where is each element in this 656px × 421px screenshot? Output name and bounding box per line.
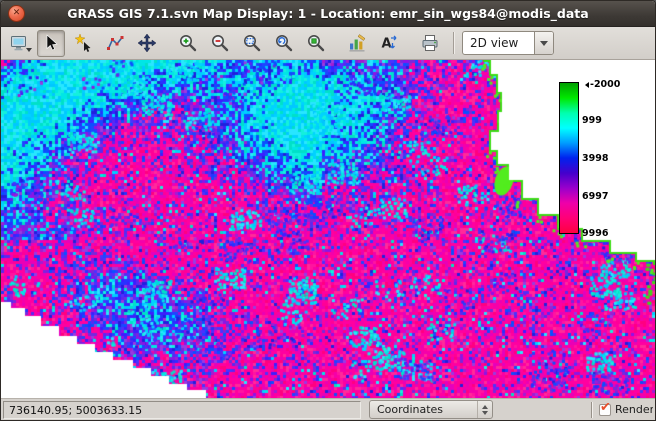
zoom-in-button[interactable]	[174, 30, 202, 57]
legend-label: 6997	[582, 192, 608, 202]
zoom-region-icon	[242, 33, 262, 53]
map-display-window: ✕ GRASS GIS 7.1.svn Map Display: 1 - Loc…	[0, 0, 656, 421]
titlebar[interactable]: ✕ GRASS GIS 7.1.svn Map Display: 1 - Loc…	[1, 1, 655, 27]
pan-icon	[137, 33, 157, 53]
statusbar: 736140.95; 5003633.15 Coordinates ✔ Rend…	[1, 398, 655, 420]
analyze-icon	[347, 33, 367, 53]
coordinates-display: 736140.95; 5003633.15	[3, 401, 361, 419]
zoom-in-icon	[178, 33, 198, 53]
digitize-icon	[105, 33, 125, 53]
legend-label: 999	[582, 116, 602, 126]
pointer-icon	[41, 33, 61, 53]
add-overlay-icon: A	[379, 33, 399, 53]
legend-label: 3998	[582, 154, 608, 164]
zoom-out-icon	[210, 33, 230, 53]
pan-button[interactable]	[133, 30, 161, 57]
view-mode-select[interactable]: 2D view	[462, 31, 554, 55]
close-button[interactable]: ✕	[8, 5, 25, 22]
chevron-up-icon	[482, 402, 488, 409]
zoom-back-button[interactable]	[270, 30, 298, 57]
chevron-down-icon	[540, 41, 548, 50]
analyze-button[interactable]	[343, 30, 371, 57]
query-button[interactable]	[69, 30, 97, 57]
query-icon	[73, 33, 93, 53]
chevron-down-icon	[482, 411, 488, 418]
statusbar-mode-select[interactable]: Coordinates	[369, 400, 493, 419]
view-mode-dropdown-button[interactable]	[534, 32, 553, 54]
render-checkbox-label: Render	[615, 403, 653, 416]
svg-text:A: A	[382, 37, 392, 52]
map-canvas-area[interactable]: -2000 999 3998 6997 9996	[1, 60, 655, 398]
spinner-arrows-icon[interactable]	[477, 401, 492, 418]
add-overlay-button[interactable]: A	[375, 30, 403, 57]
checkbox-icon: ✔	[599, 404, 611, 416]
print-button[interactable]	[416, 30, 444, 57]
zoom-to-icon	[306, 33, 326, 53]
digitize-button[interactable]	[101, 30, 129, 57]
print-icon	[420, 33, 440, 53]
legend-labels: -2000 999 3998 6997 9996	[582, 82, 622, 236]
render-map-button[interactable]	[5, 30, 33, 57]
zoom-out-button[interactable]	[206, 30, 234, 57]
render-checkbox[interactable]: ✔ Render	[599, 403, 653, 416]
view-mode-value: 2D view	[463, 32, 534, 54]
statusbar-separator	[591, 402, 593, 418]
statusbar-mode-value: Coordinates	[370, 403, 477, 416]
map-legend: -2000 999 3998 6997 9996	[559, 82, 622, 236]
toolbar: A 2D view	[1, 27, 655, 60]
zoom-back-icon	[274, 33, 294, 53]
legend-label: -2000	[582, 80, 620, 90]
zoom-to-button[interactable]	[302, 30, 330, 57]
legend-colorbar	[559, 82, 579, 234]
pointer-button[interactable]	[37, 30, 65, 57]
checkmark-icon: ✔	[600, 403, 611, 415]
close-icon: ✕	[13, 9, 21, 18]
window-title: GRASS GIS 7.1.svn Map Display: 1 - Locat…	[25, 6, 655, 21]
raster-map[interactable]	[1, 60, 655, 398]
zoom-region-button[interactable]	[238, 30, 266, 57]
toolbar-separator	[453, 32, 455, 54]
legend-label: 9996	[582, 229, 608, 239]
render-map-icon	[9, 33, 29, 53]
